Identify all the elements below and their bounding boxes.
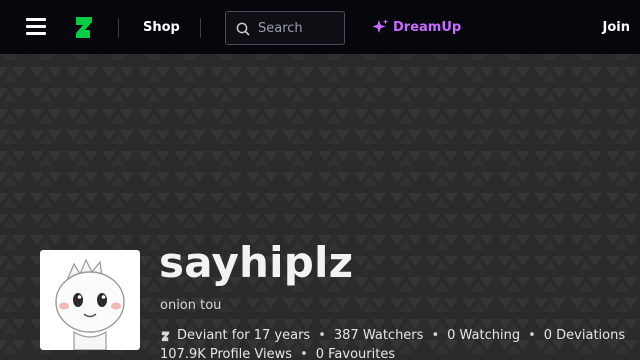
sparkles-icon bbox=[372, 19, 389, 33]
favourites-count[interactable]: 0 Favourites bbox=[316, 345, 395, 360]
search-box[interactable] bbox=[225, 11, 345, 45]
join-button[interactable]: Join bbox=[603, 20, 630, 35]
shop-link[interactable]: Shop bbox=[143, 20, 180, 35]
menu-icon[interactable] bbox=[26, 18, 46, 35]
nav-divider bbox=[118, 18, 119, 38]
nav-divider bbox=[200, 18, 201, 38]
profile-stats: Deviant for 17 years • 387 Watchers • 0 … bbox=[160, 326, 630, 360]
deviantart-logo-icon[interactable] bbox=[72, 14, 96, 42]
deviantart-logo-icon bbox=[161, 330, 170, 341]
separator-dot: • bbox=[318, 328, 326, 343]
profile-tagline: onion tou bbox=[160, 298, 222, 313]
profile-username: sayhiplz bbox=[159, 238, 354, 287]
watching-count[interactable]: 0 Watching bbox=[447, 326, 520, 345]
search-input[interactable] bbox=[258, 19, 340, 37]
deviations-count[interactable]: 0 Deviations bbox=[544, 326, 625, 345]
deviant-since: Deviant for 17 years bbox=[177, 328, 311, 343]
separator-dot: • bbox=[528, 328, 536, 343]
search-icon bbox=[236, 22, 250, 36]
dreamup-link[interactable]: DreamUp bbox=[371, 18, 461, 36]
top-navigation-bar: Shop DreamUp Join bbox=[0, 0, 640, 54]
watchers-count[interactable]: 387 Watchers bbox=[334, 326, 424, 345]
dreamup-label: DreamUp bbox=[393, 19, 462, 35]
avatar[interactable] bbox=[40, 250, 140, 350]
separator-dot: • bbox=[300, 347, 308, 360]
profile-views-count: 107.9K Profile Views bbox=[160, 347, 293, 360]
separator-dot: • bbox=[431, 328, 440, 343]
